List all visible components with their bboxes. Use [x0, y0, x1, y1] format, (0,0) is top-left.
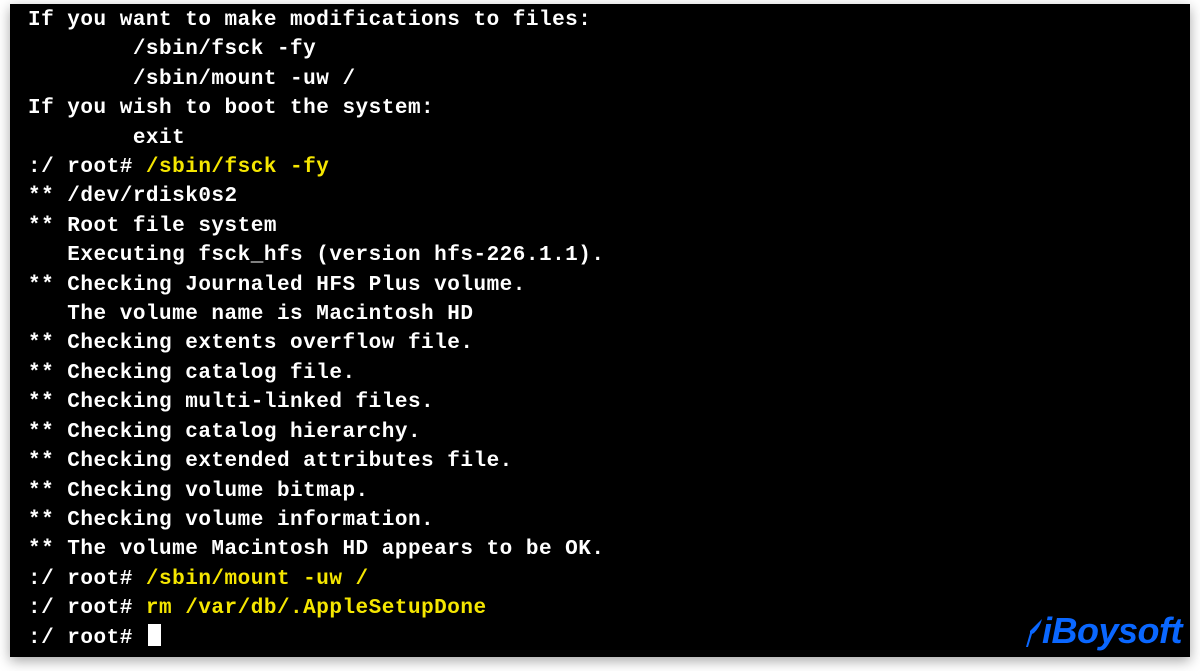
terminal-line: :/ root# /sbin/mount -uw /	[10, 565, 1190, 594]
terminal-prompt: :/ root#	[28, 627, 146, 650]
terminal-command: /sbin/fsck -fy	[146, 156, 329, 179]
terminal-command: /sbin/mount -uw /	[146, 568, 369, 591]
terminal-line: ** Checking extents overflow file.	[10, 329, 1190, 358]
terminal-prompt: :/ root#	[28, 568, 146, 591]
terminal-line: Executing fsck_hfs (version hfs-226.1.1)…	[10, 241, 1190, 270]
terminal-line: :/ root# /sbin/fsck -fy	[10, 153, 1190, 182]
terminal-line: ** /dev/rdisk0s2	[10, 182, 1190, 211]
terminal-line: :/ root#	[10, 624, 1190, 653]
terminal-line: ** Checking volume bitmap.	[10, 477, 1190, 506]
watermark: iBoysoft	[1026, 613, 1182, 649]
terminal-line: /sbin/mount -uw /	[10, 65, 1190, 94]
terminal-prompt: :/ root#	[28, 156, 146, 179]
terminal-line: :/ root# rm /var/db/.AppleSetupDone	[10, 594, 1190, 623]
terminal-line: ** Checking volume information.	[10, 506, 1190, 535]
watermark-icon	[1026, 619, 1044, 647]
terminal-cursor	[148, 624, 161, 646]
terminal-line: The volume name is Macintosh HD	[10, 300, 1190, 329]
terminal-output[interactable]: If you want to make modifications to fil…	[10, 4, 1190, 657]
terminal-line: ** Checking multi-linked files.	[10, 388, 1190, 417]
terminal-line: If you wish to boot the system:	[10, 94, 1190, 123]
terminal-line: ** Checking catalog hierarchy.	[10, 418, 1190, 447]
terminal-line: ** The volume Macintosh HD appears to be…	[10, 535, 1190, 564]
terminal-prompt: :/ root#	[28, 597, 146, 620]
terminal-line: ** Checking extended attributes file.	[10, 447, 1190, 476]
terminal-line: ** Root file system	[10, 212, 1190, 241]
watermark-text: iBoysoft	[1042, 613, 1182, 649]
terminal-line: ** Checking Journaled HFS Plus volume.	[10, 271, 1190, 300]
terminal-line: If you want to make modifications to fil…	[10, 6, 1190, 35]
terminal-window: If you want to make modifications to fil…	[10, 4, 1190, 657]
terminal-line: /sbin/fsck -fy	[10, 35, 1190, 64]
terminal-command: rm /var/db/.AppleSetupDone	[146, 597, 487, 620]
terminal-line: ** Checking catalog file.	[10, 359, 1190, 388]
terminal-line: exit	[10, 124, 1190, 153]
